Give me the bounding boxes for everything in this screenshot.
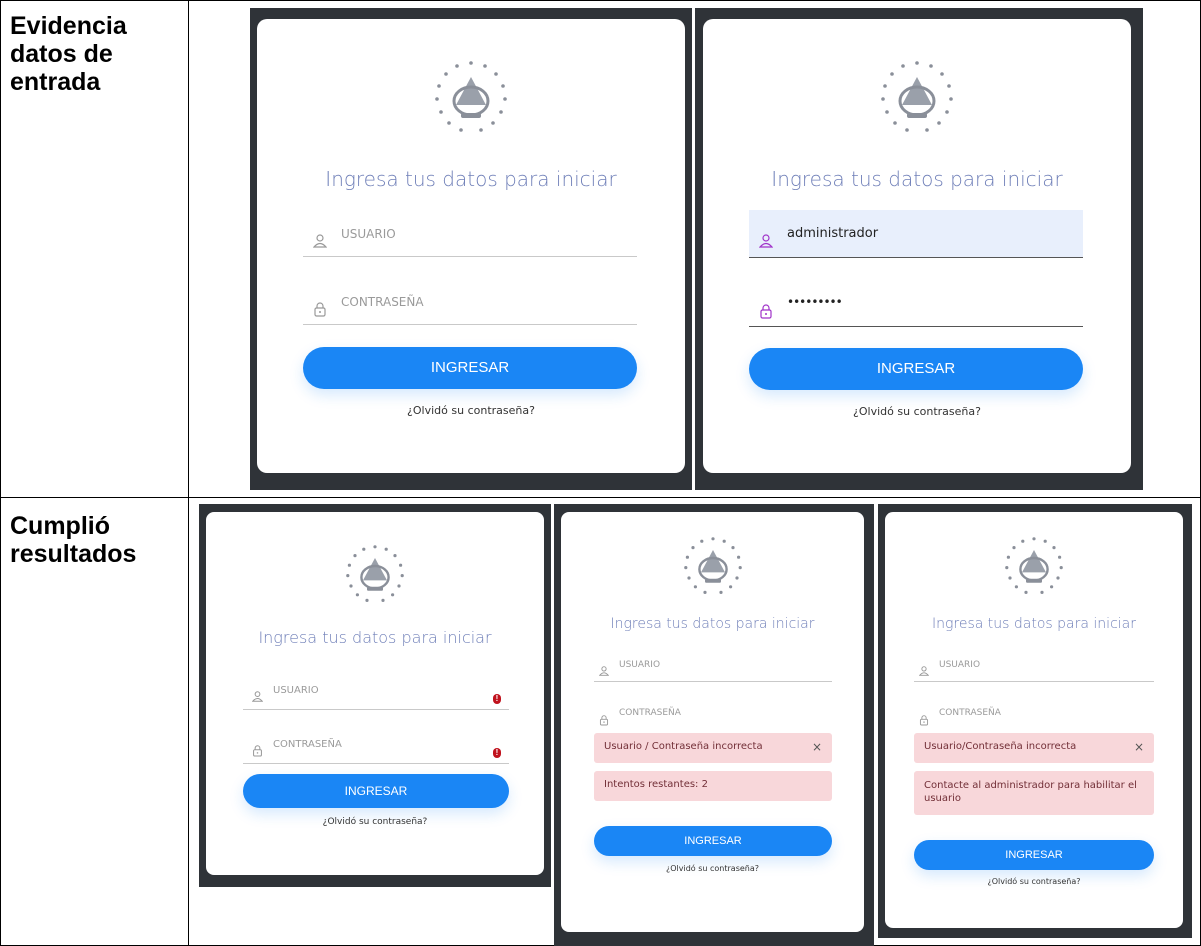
forgot-password-link[interactable]: ¿Olvidó su contraseña?: [206, 817, 544, 827]
emblem-icon: [881, 61, 953, 132]
row-label-evidencia: Evidencia datos de entrada: [10, 12, 127, 96]
forgot-password-link[interactable]: ¿Olvidó su contraseña?: [257, 404, 685, 417]
table-row-divider: [0, 497, 1201, 498]
alert-circle-icon: !: [493, 748, 501, 758]
username-field[interactable]: USUARIO !: [243, 676, 509, 710]
alert-incorrect-credentials: Usuario / Contraseña incorrecta ×: [594, 733, 832, 763]
screenshot-empty-login: Ingresa tus datos para iniciar USUARIO C…: [250, 8, 692, 490]
alert-message: Contacte al administrador para habilitar…: [924, 780, 1137, 804]
username-placeholder: USUARIO: [939, 660, 981, 670]
screenshot-contact-admin: Ingresa tus datos para iniciar USUARIO C…: [878, 504, 1192, 938]
ingresar-button[interactable]: INGRESAR: [303, 347, 637, 389]
row-label-cumplio: Cumplió resultados: [10, 512, 137, 568]
lock-icon: [760, 304, 772, 319]
user-icon: [313, 234, 327, 248]
login-card: Ingresa tus datos para iniciar USUARIO C…: [257, 19, 685, 473]
password-field[interactable]: CONTRASEÑA: [594, 704, 832, 728]
password-field[interactable]: CONTRASEÑA: [303, 287, 637, 325]
lock-icon: [599, 715, 609, 726]
login-heading: Ingresa tus datos para iniciar: [325, 167, 617, 191]
password-value: •••••••••: [787, 295, 843, 309]
emblem-icon: [684, 537, 742, 594]
user-icon: [759, 234, 773, 248]
user-icon: [599, 666, 609, 676]
login-heading: Ingresa tus datos para iniciar: [610, 616, 815, 632]
forgot-password-link[interactable]: ¿Olvidó su contraseña?: [703, 405, 1131, 418]
password-placeholder: CONTRASEÑA: [273, 739, 342, 750]
login-heading: Ingresa tus datos para iniciar: [932, 616, 1136, 632]
login-heading: Ingresa tus datos para iniciar: [771, 167, 1063, 191]
user-icon: [919, 666, 929, 676]
ingresar-button[interactable]: INGRESAR: [914, 840, 1154, 870]
username-placeholder: USUARIO: [273, 685, 319, 696]
lock-icon: [314, 302, 326, 317]
lock-icon: [919, 715, 929, 726]
emblem-icon: [346, 545, 404, 602]
password-placeholder: CONTRASEÑA: [619, 708, 681, 718]
password-field[interactable]: CONTRASEÑA: [914, 704, 1154, 728]
alert-message: Usuario/Contraseña incorrecta: [924, 741, 1077, 752]
table-column-divider: [188, 0, 189, 946]
alert-incorrect-credentials: Usuario/Contraseña incorrecta ×: [914, 733, 1154, 763]
close-icon[interactable]: ×: [1134, 740, 1144, 754]
forgot-password-link[interactable]: ¿Olvidó su contraseña?: [561, 864, 864, 873]
password-placeholder: CONTRASEÑA: [939, 708, 1001, 718]
password-field[interactable]: CONTRASEÑA !: [243, 730, 509, 764]
alert-message: Usuario / Contraseña incorrecta: [604, 741, 763, 752]
username-field[interactable]: USUARIO: [914, 654, 1154, 682]
close-icon[interactable]: ×: [812, 740, 822, 754]
username-placeholder: USUARIO: [619, 660, 661, 670]
forgot-password-link[interactable]: ¿Olvidó su contraseña?: [885, 877, 1183, 886]
password-placeholder: CONTRASEÑA: [341, 295, 424, 309]
login-card: Ingresa tus datos para iniciar administr…: [703, 19, 1131, 473]
username-placeholder: USUARIO: [341, 227, 396, 241]
user-icon: [252, 691, 263, 702]
screenshot-incorrect-attempts: Ingresa tus datos para iniciar USUARIO C…: [554, 504, 874, 946]
login-heading: Ingresa tus datos para iniciar: [258, 628, 492, 647]
alert-circle-icon: !: [493, 694, 501, 704]
login-card: Ingresa tus datos para iniciar USUARIO !…: [206, 512, 544, 875]
emblem-icon: [1005, 537, 1063, 594]
screenshot-filled-login: Ingresa tus datos para iniciar administr…: [695, 8, 1143, 490]
ingresar-button[interactable]: INGRESAR: [749, 348, 1083, 390]
password-field[interactable]: •••••••••: [749, 289, 1083, 327]
username-field[interactable]: USUARIO: [303, 219, 637, 257]
login-card: Ingresa tus datos para iniciar USUARIO C…: [885, 512, 1183, 928]
ingresar-button[interactable]: INGRESAR: [594, 826, 832, 856]
alert-contact-admin: Contacte al administrador para habilitar…: [914, 771, 1154, 815]
emblem-icon: [435, 61, 507, 132]
login-card: Ingresa tus datos para iniciar USUARIO C…: [561, 512, 864, 932]
ingresar-button[interactable]: INGRESAR: [243, 774, 509, 808]
lock-icon: [253, 745, 262, 757]
username-field[interactable]: USUARIO: [594, 654, 832, 682]
alert-attempts-remaining: Intentos restantes: 2: [594, 771, 832, 801]
screenshot-required-errors: Ingresa tus datos para iniciar USUARIO !…: [199, 504, 551, 887]
username-value: administrador: [787, 226, 879, 241]
alert-message: Intentos restantes: 2: [604, 779, 708, 790]
username-field[interactable]: administrador: [749, 210, 1083, 258]
